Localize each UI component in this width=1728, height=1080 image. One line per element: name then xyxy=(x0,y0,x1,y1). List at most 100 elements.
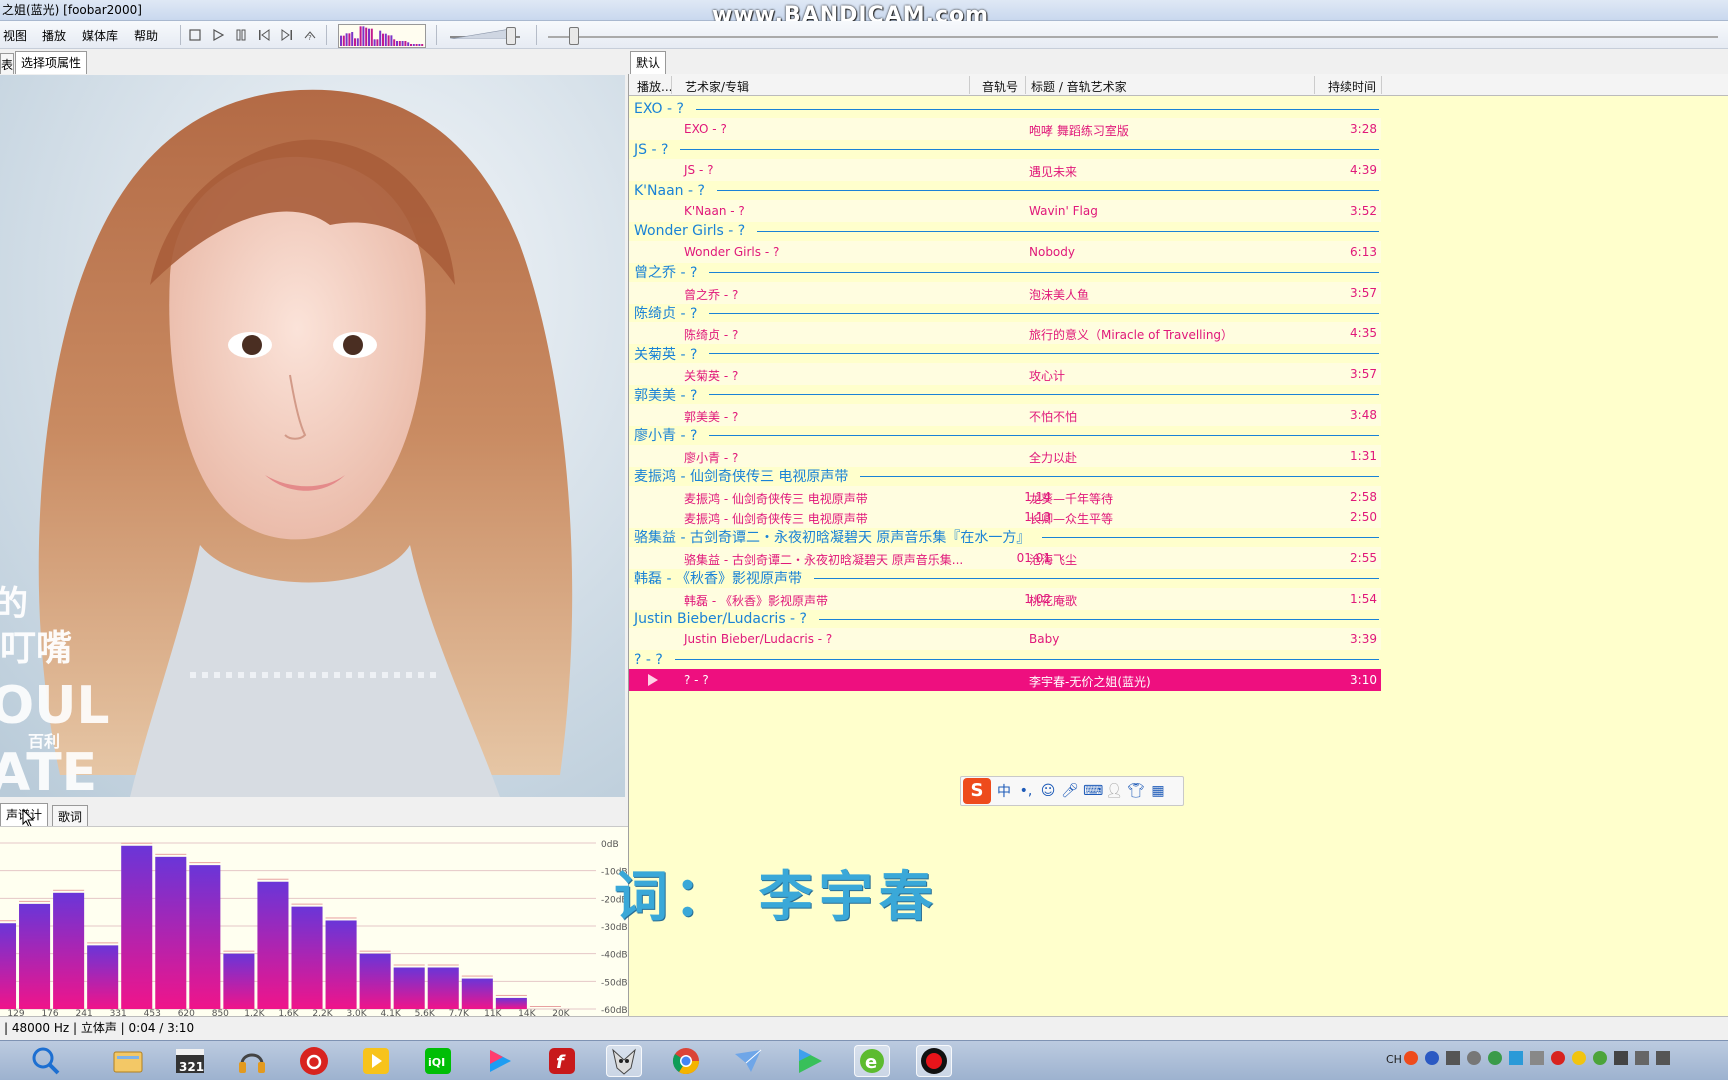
playlist-group-header[interactable]: 廖小青 - ? xyxy=(634,424,1380,446)
sogou-tray-icon[interactable] xyxy=(1404,1051,1418,1065)
mail-icon[interactable] xyxy=(730,1045,766,1077)
column-playing[interactable]: 播放... xyxy=(637,78,672,95)
menu-library[interactable]: 媒体库 xyxy=(82,27,118,44)
ime-emoji-icon[interactable]: ☺ xyxy=(1039,783,1057,799)
playlist-row-now-playing[interactable]: ? - ? 李宇春-无价之姐(蓝光) 3:10 xyxy=(629,669,1381,692)
chrome-icon[interactable] xyxy=(668,1045,704,1077)
ie-icon[interactable]: e xyxy=(854,1045,890,1077)
update-tray-icon[interactable] xyxy=(1593,1051,1607,1065)
tab-selection-properties[interactable]: 选择项属性 xyxy=(15,51,88,74)
flash-icon[interactable]: f xyxy=(544,1045,580,1077)
column-title[interactable]: 标题 / 音轨艺术家 xyxy=(1031,78,1127,95)
menu-view[interactable]: 视图 xyxy=(3,27,27,44)
playlist-row[interactable]: 曾之乔 - ? 泡沫美人鱼 3:57 xyxy=(629,281,1381,304)
playlist-row[interactable]: 骆集益 - 古剑奇谭二・永夜初晗凝碧天 原声音乐集... 01.01 沧海飞尘 2:5… xyxy=(629,546,1381,569)
random-button[interactable]: ? xyxy=(301,26,319,44)
explorer-icon[interactable] xyxy=(110,1045,146,1077)
playlist-row[interactable]: 郭美美 - ? 不怕不怕 3:48 xyxy=(629,404,1381,426)
playlist-group-header[interactable]: Justin Bieber/Ludacris - ? xyxy=(634,608,1379,630)
playlist-group-header[interactable]: 陈绮贞 - ? xyxy=(634,302,1380,324)
ime-user-icon[interactable]: 👤︎ xyxy=(1105,783,1123,799)
tab-default-playlist[interactable]: 默认 xyxy=(630,51,667,74)
group-separator-line xyxy=(813,577,1379,579)
play-button[interactable] xyxy=(209,26,227,44)
playlist-row[interactable]: 廖小青 - ? 全力以赴 1:31 xyxy=(629,444,1381,467)
ime-keyboard-icon[interactable]: ⌨ xyxy=(1083,783,1103,799)
playlist-row[interactable]: K'Naan - ? Wavin' Flag 3:52 xyxy=(629,200,1381,222)
playlist-group-header[interactable]: 韩磊 - 《秋香》影视原声带 xyxy=(634,567,1379,589)
playlist-group-header[interactable]: ? - ? xyxy=(634,649,1379,671)
next-button[interactable] xyxy=(278,26,296,44)
media-321-icon[interactable]: 321 xyxy=(172,1045,208,1077)
track-title: 全力以赴 xyxy=(1029,450,1078,465)
volume-tray-icon[interactable] xyxy=(1635,1051,1649,1065)
help-tray-icon[interactable] xyxy=(1425,1051,1439,1065)
cloud-tray-icon[interactable] xyxy=(1509,1051,1523,1065)
playlist-row[interactable]: 韩磊 - 《秋香》影视原声带 1.02 桃花庵歌 1:54 xyxy=(629,587,1381,610)
playlist-group-header[interactable]: 曾之乔 - ? xyxy=(634,261,1380,283)
youku-icon[interactable] xyxy=(482,1045,518,1077)
playlist-row[interactable]: Wonder Girls - ? Nobody 6:13 xyxy=(629,240,1381,263)
sogou-logo-icon[interactable]: S xyxy=(963,778,991,804)
netease-music-icon[interactable] xyxy=(296,1045,332,1077)
tab-lyrics[interactable]: 歌词 xyxy=(52,805,89,826)
menu-toolbar: 视图 播放 媒体库 帮助 ? xyxy=(0,21,1728,49)
playlist-row[interactable]: 陈绮贞 - ? 旅行的意义（Miracle of Travelling） 4:35 xyxy=(629,322,1381,345)
playlist-row[interactable]: 关菊英 - ? 攻心计 3:57 xyxy=(629,363,1381,386)
ime-chinese-mode-icon[interactable]: 中 xyxy=(995,781,1013,801)
playlist-group-header[interactable]: EXO - ? xyxy=(634,98,1379,120)
group-title: 廖小青 - ? xyxy=(634,428,698,445)
pplayer-icon[interactable] xyxy=(358,1045,394,1077)
ime-skin-icon[interactable]: 👕︎ xyxy=(1127,783,1145,799)
menu-help[interactable]: 帮助 xyxy=(134,27,158,44)
input-language-indicator[interactable]: CH xyxy=(1386,1053,1402,1066)
network-tray-icon[interactable] xyxy=(1530,1051,1544,1065)
group-separator-line xyxy=(695,108,1379,110)
playlist-group-header[interactable]: 郭美美 - ? xyxy=(634,384,1380,406)
foobar-icon[interactable] xyxy=(606,1045,642,1077)
playlist-group-header[interactable]: Wonder Girls - ? xyxy=(634,220,1380,242)
pause-button[interactable] xyxy=(232,26,250,44)
playlist-group-header[interactable]: 骆集益 - 古剑奇谭二・永夜初晗凝碧天 原声音乐集『在水一方』 xyxy=(634,526,1380,548)
spectrum-peak-marker xyxy=(325,917,357,919)
previous-button[interactable] xyxy=(255,26,273,44)
antivirus-tray-icon[interactable] xyxy=(1572,1051,1586,1065)
ime-toolbox-icon[interactable]: ▦ xyxy=(1149,783,1167,799)
playlist-group-header[interactable]: JS - ? xyxy=(634,139,1380,161)
track-duration: 1:31 xyxy=(1350,448,1377,463)
tab-list[interactable]: 表 xyxy=(0,53,14,74)
security-tray-icon[interactable] xyxy=(1488,1051,1502,1065)
search-icon[interactable] xyxy=(28,1045,64,1077)
ime-toolbar[interactable]: S 中 •, ☺ 🎤︎ ⌨ 👤︎ 👕︎ ▦ xyxy=(960,776,1184,806)
music-tray-icon[interactable] xyxy=(1551,1051,1565,1065)
svg-text:?: ? xyxy=(308,34,312,41)
column-track-no[interactable]: 音轨号 xyxy=(982,78,1018,95)
playlist-row[interactable]: EXO - ? 咆哮 舞蹈练习室版 3:28 xyxy=(629,118,1381,141)
record-icon[interactable] xyxy=(916,1045,952,1077)
column-duration[interactable]: 持续时间 xyxy=(1328,78,1376,95)
display-tray-icon[interactable] xyxy=(1614,1051,1628,1065)
volume-slider[interactable] xyxy=(506,27,516,45)
playlist-group-header[interactable]: K'Naan - ? xyxy=(634,180,1379,202)
column-artist-album[interactable]: 艺术家/专辑 xyxy=(685,78,749,95)
track-artist-album: 陈绮贞 - ? xyxy=(684,328,739,343)
spectrum-peak-marker xyxy=(121,842,153,844)
iqiyi-icon[interactable]: iQI xyxy=(420,1045,456,1077)
ime-voice-icon[interactable]: 🎤︎ xyxy=(1061,783,1079,799)
menu-playback[interactable]: 播放 xyxy=(42,27,66,44)
playlist-row[interactable]: 麦振鸿 - 仙剑奇侠传三 电视原声带 1.13 长卿—众生平等 2:50 xyxy=(629,506,1381,528)
playlist-row[interactable]: 麦振鸿 - 仙剑奇侠传三 电视原声带 1.14 龙葵—千年等待 2:58 xyxy=(629,485,1381,508)
settings-tray-icon[interactable] xyxy=(1446,1051,1460,1065)
headphones-icon[interactable] xyxy=(234,1045,270,1077)
playlist-group-header[interactable]: 麦振鸿 - 仙剑奇侠传三 电视原声带 xyxy=(634,465,1380,487)
show-desktop-icon[interactable] xyxy=(1656,1051,1670,1065)
playlist-group-header[interactable]: 关菊英 - ? xyxy=(634,343,1380,365)
stop-button[interactable] xyxy=(186,26,204,44)
playlist-row[interactable]: JS - ? 遇见未来 4:39 xyxy=(629,159,1381,182)
playlist-rows: EXO - ? EXO - ? 咆哮 舞蹈练习室版 3:28 JS - ? JS - ? 遇… xyxy=(629,96,1728,776)
ime-punctuation-icon[interactable]: •, xyxy=(1017,783,1035,799)
playlist-row[interactable]: Justin Bieber/Ludacris - ? Baby 3:39 xyxy=(629,628,1381,651)
seek-slider[interactable] xyxy=(569,27,579,45)
video-player-icon[interactable] xyxy=(792,1045,828,1077)
power-tray-icon[interactable] xyxy=(1467,1051,1481,1065)
